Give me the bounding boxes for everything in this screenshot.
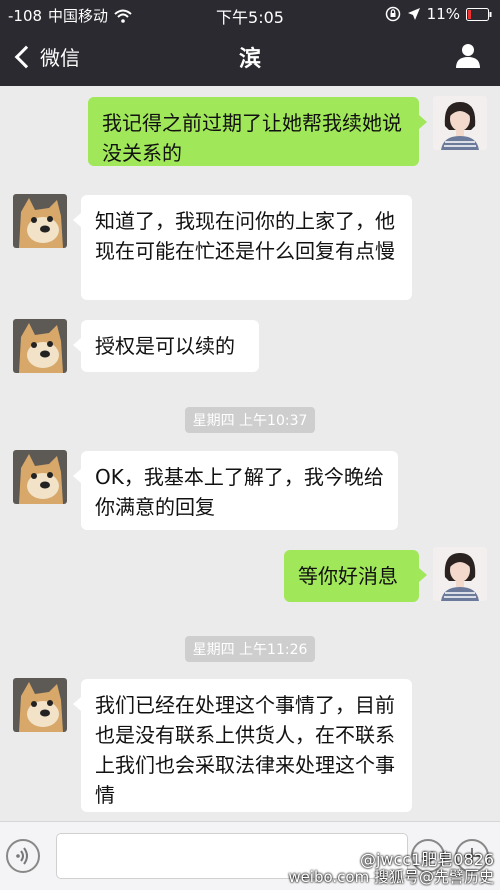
rotation-lock-icon [385,6,400,22]
doge-avatar-icon [13,194,67,248]
girl-avatar-icon [433,96,487,150]
voice-icon [16,847,28,865]
nav-bar: 微信 滨 [0,28,500,86]
message-bubble-incoming[interactable]: OK，我基本上了解了，我今晚给你满意的回复 [73,451,398,530]
status-bar: -108 中国移动 下午5:05 11% [0,0,500,28]
battery-icon [466,7,492,21]
my-avatar[interactable] [433,96,487,150]
doge-avatar-icon [13,450,67,504]
battery-percent: 11% [426,5,460,23]
timestamp: 星期四 上午11:26 [0,636,500,662]
my-avatar[interactable] [433,547,487,601]
voice-input-button[interactable] [6,839,40,873]
message-bubble-outgoing[interactable]: 我记得之前过期了让她帮我续她说没关系的 [88,97,427,166]
girl-avatar-icon [433,547,487,601]
message-bubble-incoming[interactable]: 我们已经在处理这个事情了，目前也是没有联系上供货人，在不联系上我们也会采取法律来… [73,679,412,812]
location-icon [407,8,420,20]
contact-avatar[interactable] [13,319,67,373]
message-bubble-outgoing[interactable]: 等你好消息 [284,550,427,602]
chat-title: 滨 [238,47,261,72]
timestamp-label: 星期四 上午10:37 [184,407,316,433]
contact-avatar[interactable] [13,678,67,732]
timestamp: 星期四 上午10:37 [0,407,500,433]
chat-area: 我记得之前过期了让她帮我续她说没关系的 知道了，我现在问你的上家了，他现在可能在… [0,86,500,821]
sohu-watermark: weibo.com 搜狐号@先譬历史 [288,868,494,886]
doge-avatar-icon [13,319,67,373]
message-bubble-incoming[interactable]: 授权是可以续的 [73,320,259,372]
doge-avatar-icon [13,678,67,732]
message-bubble-incoming[interactable]: 知道了，我现在问你的上家了，他现在可能在忙还是什么回复有点慢 [73,195,412,300]
person-icon[interactable] [454,41,482,69]
contact-avatar[interactable] [13,194,67,248]
timestamp-label: 星期四 上午11:26 [184,636,316,662]
contact-avatar[interactable] [13,450,67,504]
